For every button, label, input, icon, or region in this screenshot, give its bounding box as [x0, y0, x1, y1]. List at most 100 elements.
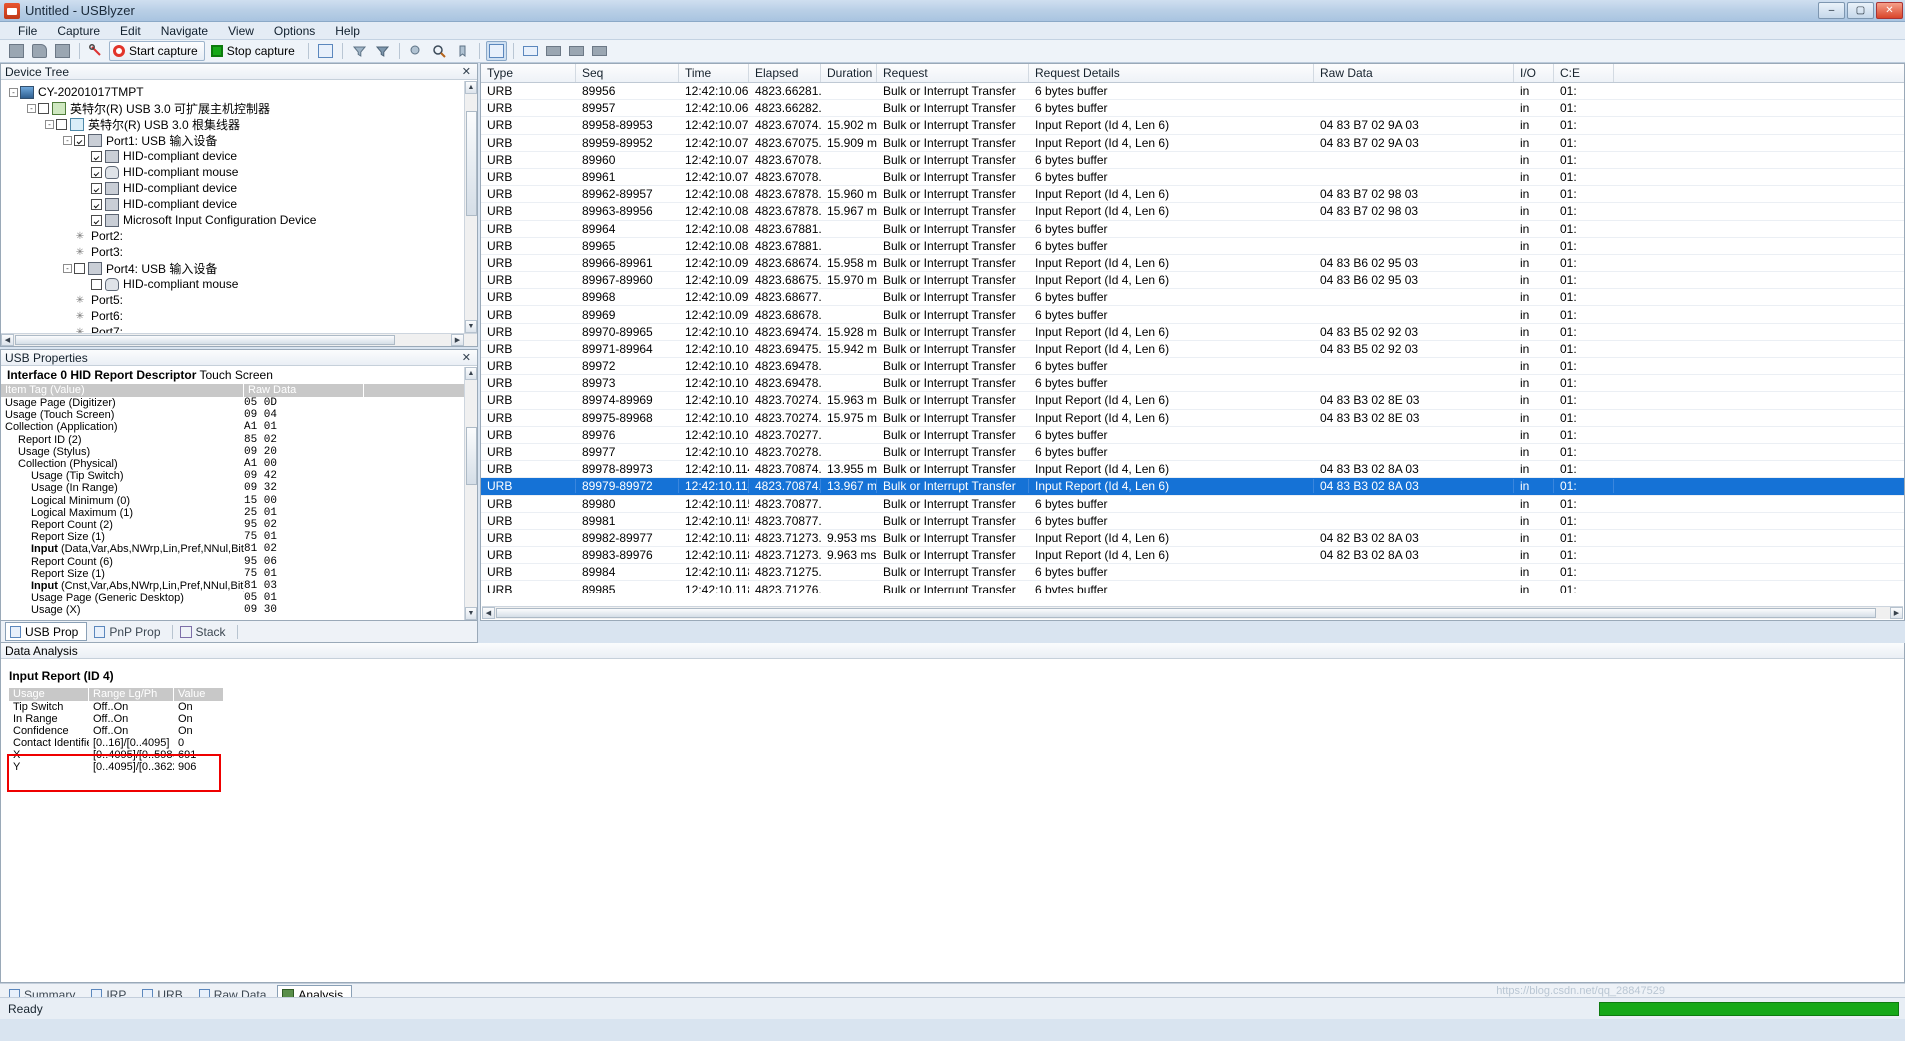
close-icon[interactable]: ✕	[460, 65, 473, 78]
scroll-down-arrow[interactable]: ▼	[465, 320, 477, 333]
table-row[interactable]: URB 89969 12:42:10.092 4823.68678... Bulk or…	[481, 306, 1904, 324]
device-tree-item[interactable]: HID-compliant mouse	[1, 276, 464, 292]
device-tree-hscrollbar[interactable]: ◀ ▶	[1, 333, 477, 346]
packet-row-list[interactable]: URB 89956 12:42:10.069 4823.66281... Bulk or…	[481, 83, 1904, 593]
device-tree-item[interactable]: - 英特尔(R) USB 3.0 根集线器	[1, 116, 464, 132]
scroll-up-arrow[interactable]: ▲	[465, 367, 477, 380]
descriptor-row[interactable]: Logical Minimum (0) 15 00	[1, 495, 464, 507]
table-row[interactable]: URB 89965 12:42:10.085 4823.67881... Bulk or…	[481, 238, 1904, 255]
packet-column-header[interactable]: I/O	[1514, 64, 1554, 82]
scroll-thumb[interactable]	[466, 427, 477, 485]
column-header-range[interactable]: Range Lg/Ph	[89, 688, 174, 701]
device-tree-item[interactable]: HID-compliant mouse	[1, 164, 464, 180]
hscroll-right-arrow[interactable]: ▶	[1890, 607, 1903, 619]
menu-item-navigate[interactable]: Navigate	[151, 23, 218, 39]
table-row[interactable]: URB 89959-89952 12:42:10.076 4823.67075... 1…	[481, 135, 1904, 152]
tab-pnp-prop[interactable]: PnP Prop	[89, 622, 169, 641]
descriptor-row[interactable]: Logical Maximum (1) 25 01	[1, 507, 464, 519]
filter-icon[interactable]	[372, 41, 393, 61]
table-row[interactable]: URB 89960 12:42:10.076 4823.67078... Bulk or…	[481, 152, 1904, 169]
menu-item-options[interactable]: Options	[264, 23, 325, 39]
descriptor-row[interactable]: Report Count (6) 95 06	[1, 555, 464, 568]
table-row[interactable]: URB 89984 12:42:10.118 4823.71275... Bulk or…	[481, 564, 1904, 582]
packet-column-header[interactable]: Time	[679, 64, 749, 82]
descriptor-row[interactable]: Usage Page (Digitizer) 05 0D	[1, 397, 464, 409]
menu-item-edit[interactable]: Edit	[110, 23, 151, 39]
menu-item-capture[interactable]: Capture	[47, 23, 110, 39]
device-tree-item[interactable]: - Port1: USB 输入设备	[1, 132, 464, 148]
descriptor-row[interactable]: Report Count (2) 95 02	[1, 519, 464, 531]
table-row[interactable]: URB 89970-89965 12:42:10.100 4823.69474... 1…	[481, 324, 1904, 341]
device-tree-item[interactable]: HID-compliant device	[1, 196, 464, 212]
device-tree-scrollbar[interactable]: ▲ ▼	[464, 81, 477, 346]
analysis-row[interactable]: Confidence Off..On On	[9, 725, 1904, 737]
table-row[interactable]: URB 89977 12:42:10.109 4823.70278... Bulk or…	[481, 444, 1904, 462]
column-header-raw-data[interactable]: Raw Data	[244, 384, 364, 397]
close-button[interactable]: ✕	[1876, 2, 1903, 19]
descriptor-row[interactable]: Report Size (1) 75 01	[1, 531, 464, 543]
hscroll-thumb[interactable]	[496, 608, 1876, 618]
tree-expander-icon[interactable]: -	[9, 87, 18, 97]
packet-column-header[interactable]: Request Details	[1029, 64, 1314, 82]
table-row[interactable]: URB 89961 12:42:10.076 4823.67078... Bulk or…	[481, 169, 1904, 187]
table-row[interactable]: URB 89966-89961 12:42:10.092 4823.68674... 1…	[481, 255, 1904, 273]
device-tree-item[interactable]: HID-compliant device	[1, 180, 464, 196]
scroll-thumb[interactable]	[466, 111, 477, 216]
tree-checkbox[interactable]	[91, 166, 102, 178]
close-icon[interactable]: ✕	[460, 351, 473, 364]
packet-column-header[interactable]: Duration	[821, 64, 877, 82]
start-capture-button[interactable]: Start capture	[109, 41, 205, 61]
analysis-row[interactable]: Y [0..4095]/[0..3622] 906	[9, 761, 1904, 773]
hscroll-left-arrow[interactable]: ◀	[482, 607, 495, 619]
minimize-button[interactable]: –	[1818, 2, 1845, 19]
hscroll-right-arrow[interactable]: ▶	[451, 334, 464, 346]
new-file-icon[interactable]	[6, 41, 27, 61]
descriptor-row[interactable]: Usage (Tip Switch) 09 42	[1, 470, 464, 482]
tree-checkbox[interactable]	[91, 182, 102, 194]
save-icon[interactable]	[52, 41, 73, 61]
tree-checkbox[interactable]	[91, 278, 102, 290]
tree-checkbox[interactable]	[91, 150, 102, 162]
export-icon[interactable]	[485, 41, 507, 61]
tab-usb-prop[interactable]: USB Prop	[5, 622, 88, 641]
table-row[interactable]: URB 89985 12:42:10.118 4823.71276... Bulk or…	[481, 581, 1904, 593]
packet-column-header[interactable]: Request	[877, 64, 1029, 82]
table-row[interactable]: URB 89956 12:42:10.069 4823.66281... Bulk or…	[481, 83, 1904, 101]
analysis-row[interactable]: Contact Identifier [0..16]/[0..4095] 0	[9, 737, 1904, 749]
packet-column-header[interactable]: C:E	[1554, 64, 1614, 82]
tree-expander-icon[interactable]: -	[63, 263, 72, 273]
packet-column-header[interactable]: Type	[481, 64, 576, 82]
table-row[interactable]: URB 89972 12:42:10.100 4823.69478... Bulk or…	[481, 358, 1904, 376]
scroll-down-arrow[interactable]: ▼	[465, 607, 477, 620]
level4-icon[interactable]	[589, 41, 610, 61]
descriptor-row[interactable]: Usage (Stylus) 09 20	[1, 446, 464, 458]
descriptor-row[interactable]: Usage (Touch Screen) 09 04	[1, 409, 464, 421]
table-row[interactable]: URB 89971-89964 12:42:10.100 4823.69475... 1…	[481, 341, 1904, 358]
search-icon[interactable]	[429, 41, 450, 61]
packet-hscrollbar[interactable]: ◀ ▶	[482, 606, 1903, 619]
descriptor-row[interactable]: Collection (Physical) A1 00	[1, 458, 464, 470]
menu-item-view[interactable]: View	[218, 23, 264, 39]
usb-properties-scrollbar[interactable]: ▲ ▼	[464, 367, 477, 620]
device-tree-item[interactable]: ✳ Port6:	[1, 308, 464, 324]
wrench-icon[interactable]	[86, 41, 107, 61]
table-row[interactable]: URB 89975-89968 12:42:10.108 4823.70274... 1…	[481, 410, 1904, 427]
descriptor-row-list[interactable]: Usage Page (Digitizer) 05 0D Usage (Touch …	[1, 397, 464, 616]
tree-expander-icon[interactable]: -	[45, 119, 54, 129]
descriptor-row[interactable]: Input (Data,Var,Abs,NWrp,Lin,Pref,NNul,B…	[1, 543, 464, 555]
packet-column-header[interactable]: Elapsed	[749, 64, 821, 82]
device-tree-list[interactable]: - CY-20201017TMPT - 英特尔(R) USB 3.0 可扩展主机控制器…	[1, 81, 464, 334]
table-row[interactable]: URB89979-8997212:42:10.1144823.70874...1…	[481, 478, 1904, 496]
column-header-usage[interactable]: Usage	[9, 688, 89, 701]
level2-icon[interactable]	[543, 41, 564, 61]
descriptor-row[interactable]: Collection (Application) A1 01	[1, 421, 464, 433]
table-row[interactable]: URB 89968 12:42:10.092 4823.68677... Bulk or…	[481, 289, 1904, 307]
properties-icon[interactable]	[315, 41, 336, 61]
analysis-row-list[interactable]: Tip Switch Off..On On In Range Off..On On Conf…	[9, 701, 1904, 773]
table-row[interactable]: URB 89957 12:42:10.069 4823.66282... Bulk or…	[481, 100, 1904, 118]
tree-expander-icon[interactable]: -	[27, 103, 36, 113]
descriptor-row[interactable]: Input (Cnst,Var,Abs,NWrp,Lin,Pref,NNul,B…	[1, 580, 464, 592]
table-row[interactable]: URB 89964 12:42:10.085 4823.67881... Bulk or…	[481, 221, 1904, 238]
table-row[interactable]: URB 89976 12:42:10.109 4823.70277... Bulk or…	[481, 427, 1904, 444]
descriptor-row[interactable]: Usage (X) 09 30	[1, 604, 464, 616]
